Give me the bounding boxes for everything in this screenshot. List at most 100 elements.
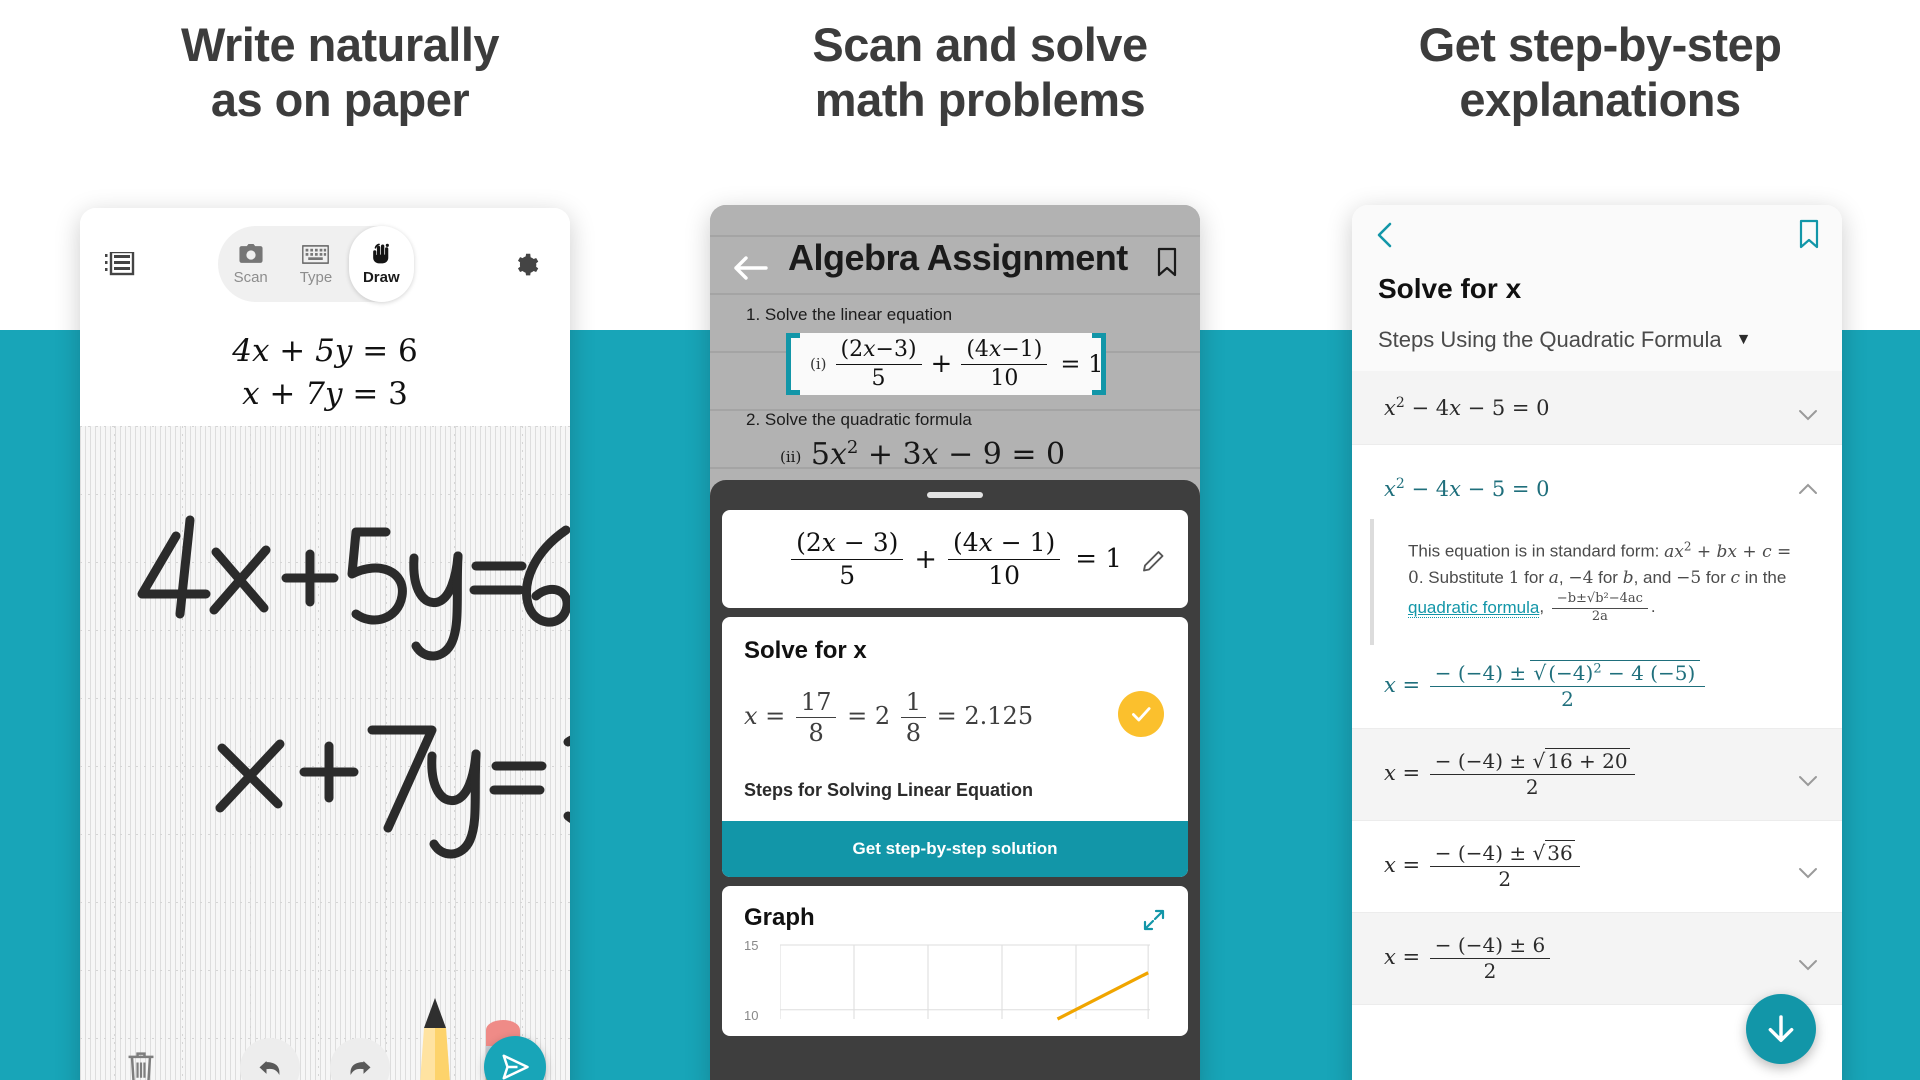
row4-fraction: − (−4) ± √ 16 + 20 2: [1429, 747, 1635, 800]
headline-1-line-1: Write naturally: [180, 18, 500, 71]
quadratic-formula-link[interactable]: quadratic formula: [1408, 597, 1540, 618]
scan-eq1-frac-1: (2x−3) 5: [835, 336, 922, 392]
chevron-down-icon[interactable]: [1798, 768, 1818, 787]
headline-write-naturally: Write naturally as on paper: [40, 18, 640, 127]
keyboard-icon: [302, 242, 330, 267]
draw-toolbar: Scan Type Draw: [80, 208, 570, 318]
scan-eq1-label: (i): [810, 355, 827, 373]
results-bottom-sheet: (2x − 3) 5 + (4x − 1) 10 = 1 Solve for x x…: [710, 480, 1200, 1080]
expl-formula-num: −b±√b²−4ac: [1551, 591, 1648, 609]
card-eq-frac-2: (4x − 1) 10: [948, 527, 1061, 591]
scan-eq1-plus: +: [930, 349, 953, 379]
mode-draw-label: Draw: [362, 269, 400, 286]
expl-t7: for: [1701, 568, 1731, 587]
steps-label: Steps for Solving Linear Equation: [744, 780, 1034, 800]
steps-app-bar: [1352, 205, 1842, 267]
expl-inline-formula: −b±√b²−4ac 2a: [1551, 591, 1648, 625]
get-step-by-step-solution-button[interactable]: Get step-by-step solution: [722, 821, 1188, 877]
step-row-4-equation: x = − (−4) ± √ 16 + 20 2: [1384, 747, 1638, 800]
sub-fraction: − (−4) ± √ (−4)2 − 4 (−5) 2: [1429, 659, 1706, 712]
step-explanation: This equation is in standard form: ax2 +…: [1370, 519, 1842, 645]
draw-tools-bar: [80, 998, 570, 1080]
step-row-4[interactable]: x = − (−4) ± √ 16 + 20 2: [1352, 728, 1842, 821]
phone-mockup-draw: Scan Type Draw 4x + 5y = 6 x + 7y = 3: [80, 208, 570, 1080]
expl-n-c: c: [1730, 568, 1741, 588]
step-row-2[interactable]: x2 − 4x − 5 = 0: [1352, 445, 1842, 519]
graph-card[interactable]: Graph 15 10: [722, 886, 1188, 1036]
step-row-3-substituted[interactable]: x = − (−4) ± √ (−4)2 − 4 (−5) 2: [1352, 645, 1842, 729]
step-row-5[interactable]: x = − (−4) ± √ 36 2: [1352, 821, 1842, 913]
step-row-5-equation: x = − (−4) ± √ 36 2: [1384, 839, 1583, 892]
solve-result-card: Solve for x x = 17 8 = 2 18 = 2.125 Steps…: [722, 617, 1188, 877]
row6-fraction: − (−4) ± 6 2: [1429, 933, 1551, 984]
equation-card[interactable]: (2x − 3) 5 + (4x − 1) 10 = 1: [722, 510, 1188, 608]
expl-m1sup: 2: [1683, 539, 1692, 553]
expand-icon[interactable]: [1142, 908, 1166, 932]
headline-step-by-step: Get step-by-step explanations: [1300, 18, 1900, 127]
undo-icon[interactable]: [240, 1038, 300, 1080]
expl-t6: , and: [1633, 568, 1677, 587]
bracket-right-icon: [1092, 333, 1106, 395]
expl-t5: for: [1593, 568, 1623, 587]
expl-t10: .: [1650, 597, 1656, 617]
chevron-left-icon[interactable]: [1374, 221, 1396, 249]
expl-t2: . Substitute: [1418, 568, 1509, 587]
trash-icon[interactable]: [124, 1050, 158, 1080]
graph-y-tick-15: 15: [744, 938, 759, 953]
camera-icon: [238, 242, 264, 267]
graph-card-title: Graph: [744, 904, 815, 931]
step-row-1-equation: x2 − 4x − 5 = 0: [1384, 395, 1550, 420]
expl-t3: for: [1519, 568, 1549, 587]
pencil-tool[interactable]: [412, 998, 458, 1080]
mode-draw[interactable]: Draw: [348, 226, 414, 302]
input-mode-segmented-control: Scan Type Draw: [218, 226, 414, 302]
step-row-3-equation: x = − (−4) ± √ (−4)2 − 4 (−5) 2: [1384, 659, 1708, 712]
headline-3-line-2: explanations: [1459, 72, 1741, 126]
expl-v-c: −5: [1676, 568, 1702, 588]
mode-scan[interactable]: Scan: [218, 226, 283, 302]
pencil-edit-icon[interactable]: [1142, 548, 1166, 572]
bookmark-icon[interactable]: [1798, 219, 1820, 249]
headline-1-line-2: as on paper: [210, 72, 470, 126]
result-frac-mixed: 18: [900, 687, 927, 748]
chevron-down-icon: ▼: [1735, 331, 1752, 348]
expl-v-b: −4: [1568, 568, 1594, 588]
chevron-down-icon[interactable]: [1798, 402, 1818, 420]
headline-2-line-1: Scan and solve: [812, 18, 1148, 71]
arrow-down-icon[interactable]: [1746, 994, 1816, 1064]
mode-type[interactable]: Type: [283, 226, 348, 302]
step-row-6[interactable]: x = − (−4) ± 6 2: [1352, 912, 1842, 1005]
back-arrow-icon[interactable]: [732, 253, 768, 283]
mode-type-label: Type: [299, 269, 333, 286]
scan-eq1-frac-2: (4x−1) 10: [961, 336, 1048, 392]
headline-2-line-2: math problems: [814, 72, 1146, 126]
bookmark-icon[interactable]: [1156, 247, 1178, 277]
headline-3-line-1: Get step-by-step: [1418, 18, 1782, 71]
step-row-1[interactable]: x2 − 4x − 5 = 0: [1352, 371, 1842, 445]
drawing-canvas[interactable]: [80, 426, 570, 1080]
phone-mockup-steps: Solve for x Steps Using the Quadratic Fo…: [1352, 205, 1842, 1080]
chevron-down-icon[interactable]: [1798, 860, 1818, 879]
method-selector[interactable]: Steps Using the Quadratic Formula ▼: [1378, 327, 1816, 353]
redo-icon[interactable]: [330, 1038, 390, 1080]
gear-icon[interactable]: [514, 252, 540, 278]
sheet-drag-handle[interactable]: [927, 492, 983, 498]
step-row-6-equation: x = − (−4) ± 6 2: [1384, 933, 1553, 984]
bracket-left-icon: [786, 333, 800, 395]
graph-y-tick-10: 10: [744, 1008, 759, 1023]
method-label: Steps Using the Quadratic Formula: [1378, 327, 1722, 352]
card-eq-frac-1: (2x − 3) 5: [791, 527, 904, 591]
chevron-up-icon[interactable]: [1798, 476, 1818, 494]
list-icon[interactable]: [105, 250, 135, 278]
chevron-down-icon[interactable]: [1798, 952, 1818, 971]
handwritten-equations: [137, 515, 570, 859]
row5-fraction: − (−4) ± √ 36 2: [1429, 839, 1580, 892]
scan-eq2-label: (ii): [780, 448, 802, 466]
scan-question-1: 1. Solve the linear equation: [746, 305, 953, 324]
card-eq-rhs: = 1: [1075, 544, 1122, 574]
highlighted-equation-region[interactable]: (i) (2x−3) 5 + (4x−1) 10 = 1: [786, 333, 1106, 395]
expl-m1: ax: [1664, 541, 1684, 562]
expl-n-b: b: [1622, 568, 1634, 588]
scan-question-2: 2. Solve the quadratic formula: [746, 410, 972, 429]
scan-equation-2: (ii) 5x2 + 3x − 9 = 0: [780, 437, 1066, 472]
